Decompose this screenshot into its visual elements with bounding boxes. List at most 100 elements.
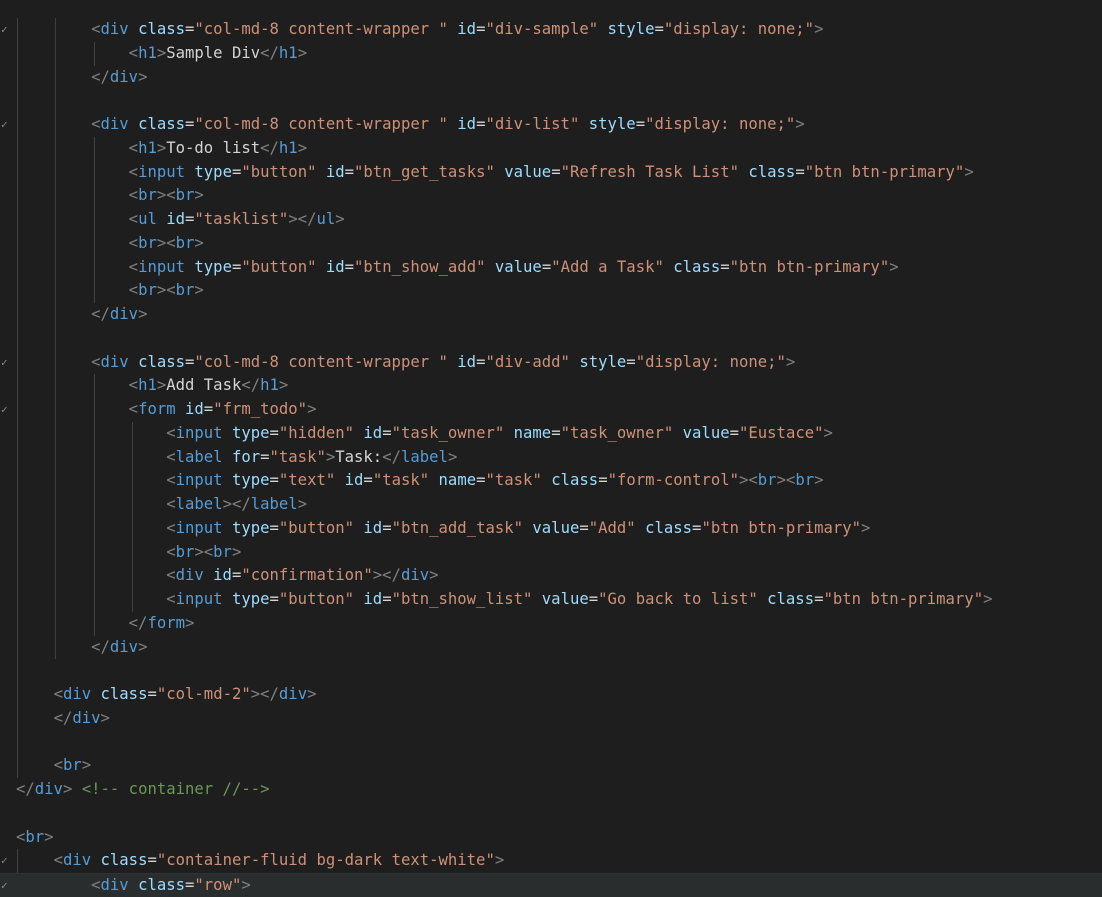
token-punc: <	[91, 115, 101, 133]
code-line[interactable]: <br>	[0, 754, 1102, 778]
code-line[interactable]	[0, 89, 1102, 113]
code-line[interactable]: <br><br>	[0, 184, 1102, 208]
token-str: "btn btn-primary"	[701, 518, 862, 537]
token-attr: id	[457, 115, 477, 133]
code-line[interactable]: </div>	[0, 66, 1102, 90]
token-str: "col-md-8 content-wrapper "	[194, 352, 448, 371]
code-line[interactable]: ✓ <div class="col-md-8 content-wrapper "…	[0, 351, 1102, 375]
code-line[interactable]: <input type="button" id="btn_show_add" v…	[0, 256, 1102, 280]
code-line[interactable]: <input type="button" id="btn_get_tasks" …	[0, 161, 1102, 185]
code-line[interactable]: ✓ <form id="frm_todo">	[0, 398, 1102, 422]
code-line[interactable]: ✓ <div class="col-md-8 content-wrapper "…	[0, 113, 1102, 137]
code-line[interactable]: <input type="text" id="task" name="task"…	[0, 469, 1102, 493]
token-text: =	[269, 590, 279, 608]
code-line[interactable]: <input type="button" id="btn_add_task" v…	[0, 517, 1102, 541]
code-line[interactable]: <br><br>	[0, 279, 1102, 303]
code-line[interactable]: <label for="task">Task:</label>	[0, 446, 1102, 470]
token-punc: >	[814, 20, 824, 38]
token-tag: br	[795, 471, 815, 490]
code-line[interactable]: <input type="hidden" id="task_owner" nam…	[0, 422, 1102, 446]
code-text: <br>	[16, 826, 54, 850]
code-line[interactable]: ✓ <div class="col-md-8 content-wrapper "…	[0, 18, 1102, 42]
token-text: =	[269, 518, 279, 537]
token-punc: >	[494, 851, 505, 870]
token-str: "display: none;"	[663, 20, 815, 38]
code-text: <h1>Add Task</h1>	[16, 374, 289, 398]
fold-chevron-icon[interactable]: ✓	[1, 351, 11, 375]
token-text: =	[185, 876, 195, 894]
fold-chevron-icon[interactable]: ✓	[1, 398, 11, 422]
token-punc: ></	[372, 566, 401, 585]
code-line[interactable]: </div>	[0, 707, 1102, 731]
code-line[interactable]	[0, 731, 1102, 755]
token-tag: input	[138, 162, 186, 181]
token-punc: >	[335, 210, 345, 228]
code-text: </form>	[16, 612, 195, 636]
code-line[interactable]: <div class="col-md-2"></div>	[0, 683, 1102, 707]
code-line[interactable]: <h1>To-do list</h1>	[0, 137, 1102, 161]
code-line[interactable]: </form>	[0, 612, 1102, 636]
code-line[interactable]	[0, 659, 1102, 683]
token-punc: <	[166, 518, 176, 537]
token-tag: form	[147, 613, 186, 632]
code-line[interactable]: <br>	[0, 826, 1102, 850]
token-punc: ></	[250, 685, 279, 703]
token-punc: </	[53, 708, 73, 727]
token-str: "task_owner"	[560, 423, 674, 442]
token-tag: label	[175, 447, 223, 466]
code-line[interactable]: <input type="button" id="btn_show_list" …	[0, 588, 1102, 612]
token-str: "container-fluid bg-dark text-white"	[156, 851, 495, 870]
code-line[interactable]: <ul id="tasklist"></ul>	[0, 208, 1102, 232]
token-tag: br	[757, 471, 777, 490]
token-punc: ></	[222, 495, 251, 513]
token-punc: <	[128, 138, 139, 157]
fold-chevron-icon[interactable]: ✓	[1, 113, 11, 137]
code-line[interactable]: </div> <!-- container //-->	[0, 778, 1102, 802]
token-tag: br	[25, 827, 45, 846]
token-punc: >	[194, 281, 204, 300]
code-line[interactable]: <br><br>	[0, 232, 1102, 256]
token-punc: </	[260, 138, 279, 157]
code-line[interactable]: <div id="confirmation"></div>	[0, 564, 1102, 588]
code-line[interactable]: <h1>Sample Div</h1>	[0, 42, 1102, 66]
code-editor[interactable]: ✓ <div class="col-md-8 content-wrapper "…	[0, 0, 1102, 897]
token-text: =	[269, 471, 279, 490]
token-punc: >	[814, 471, 824, 490]
code-line[interactable]: </div>	[0, 303, 1102, 327]
code-line[interactable]: ✓ <div class="container-fluid bg-dark te…	[0, 849, 1102, 873]
code-line[interactable]: </div>	[0, 636, 1102, 660]
code-line[interactable]	[0, 802, 1102, 826]
code-line[interactable]: <label></label>	[0, 493, 1102, 517]
token-punc: <	[166, 542, 176, 561]
token-attr: for	[231, 447, 261, 466]
token-text: =	[795, 162, 805, 181]
token-punc: <	[91, 20, 101, 38]
token-attr: value	[494, 257, 542, 276]
code-line[interactable]: <h1>Add Task</h1>	[0, 374, 1102, 398]
token-punc: >	[138, 67, 148, 86]
code-text: <h1>Sample Div</h1>	[16, 42, 307, 66]
code-text: <input type="text" id="task" name="task"…	[16, 469, 824, 493]
token-str: "display: none;"	[645, 115, 796, 133]
token-tag: h1	[278, 138, 298, 157]
fold-chevron-icon[interactable]: ✓	[1, 18, 11, 42]
token-tag: ul	[138, 210, 157, 228]
token-punc: <	[128, 210, 139, 228]
token-attr: id	[363, 590, 383, 608]
code-line[interactable]: <br><br>	[0, 541, 1102, 565]
token-attr: value	[682, 423, 730, 442]
token-tag: br	[175, 542, 195, 561]
token-punc: >	[447, 447, 458, 466]
code-line[interactable]	[0, 327, 1102, 351]
fold-chevron-icon[interactable]: ✓	[1, 874, 11, 897]
fold-chevron-icon[interactable]: ✓	[1, 849, 11, 873]
code-line-current[interactable]: ✓ <div class="row">	[0, 873, 1102, 897]
